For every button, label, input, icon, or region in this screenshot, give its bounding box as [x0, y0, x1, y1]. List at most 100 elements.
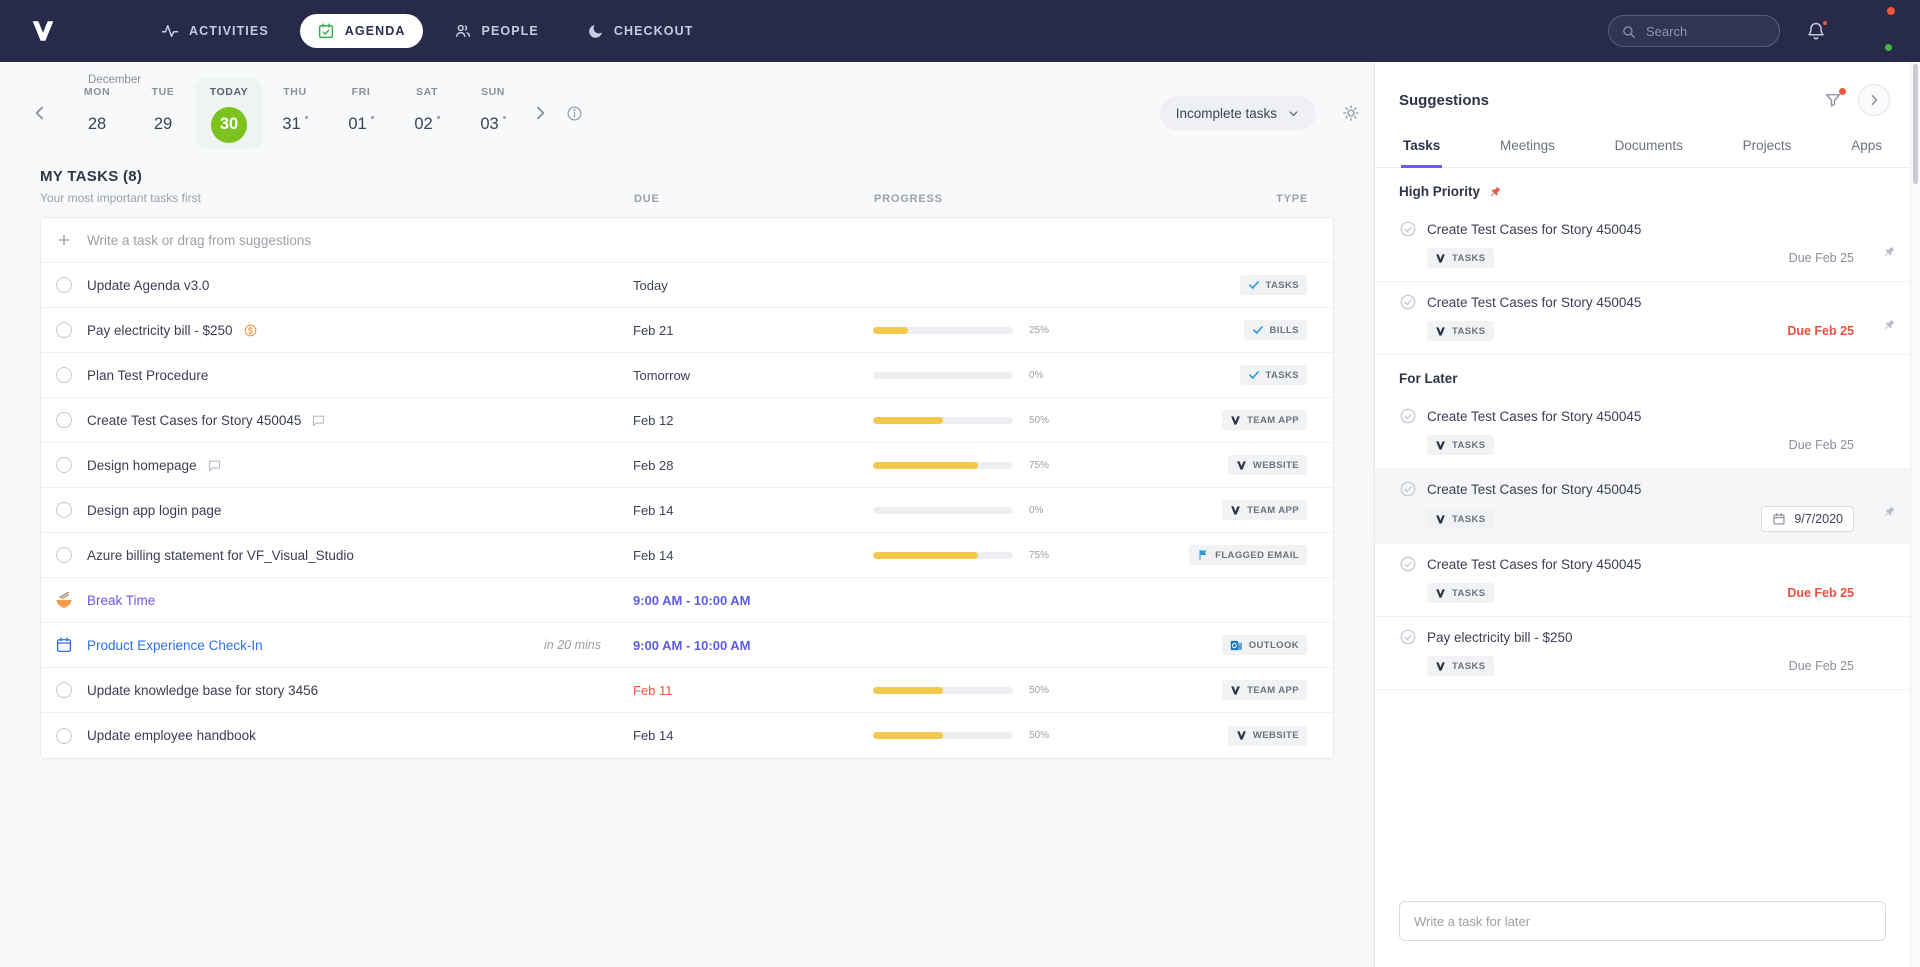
pin-icon	[1882, 245, 1896, 259]
task-title: Plan Test Procedure	[87, 367, 209, 383]
progress-percent: 25%	[1029, 324, 1050, 336]
task-row[interactable]: Break Time 9:00 AM - 10:00 AM	[41, 578, 1333, 623]
section-heading: High Priority	[1375, 168, 1910, 209]
suggestion-title: Create Test Cases for Story 450045	[1427, 294, 1642, 310]
nav-item-people[interactable]: PEOPLE	[437, 14, 556, 48]
task-progress: 0%	[873, 370, 1125, 381]
task-checkbox[interactable]	[56, 457, 72, 473]
nav-item-agenda[interactable]: AGENDA	[299, 14, 423, 48]
date-cell-02[interactable]: SAT 02	[394, 78, 460, 149]
notifications-button[interactable]	[1806, 19, 1829, 41]
due-label: Due Feb 25	[1787, 324, 1854, 338]
task-row[interactable]: Update employee handbook Feb 14 50% WEBSITE	[41, 713, 1333, 758]
task-row[interactable]: Azure billing statement for VF_Visual_St…	[41, 533, 1333, 578]
task-row[interactable]: Design homepage Feb 28 75% WEBSITE	[41, 443, 1333, 488]
task-row[interactable]: Plan Test Procedure Tomorrow 0% TASKS	[41, 353, 1333, 398]
tab-projects[interactable]: Projects	[1741, 130, 1794, 168]
prev-week-button[interactable]	[26, 99, 54, 127]
task-row[interactable]: Update knowledge base for story 3456 Feb …	[41, 668, 1333, 713]
date-cell-29[interactable]: TUE 29	[130, 78, 196, 149]
task-filter-dropdown[interactable]: Incomplete tasks	[1159, 96, 1316, 130]
task-checkbox[interactable]	[56, 502, 72, 518]
progress-percent: 75%	[1029, 549, 1050, 561]
suggestion-item[interactable]: Pay electricity bill - $250 TASKS Due Feb …	[1375, 617, 1910, 690]
type-badge: TEAM APP	[1222, 410, 1307, 430]
suggestion-item[interactable]: Create Test Cases for Story 450045 TASKS D…	[1375, 544, 1910, 617]
logo-mark-icon	[1236, 730, 1247, 741]
task-row[interactable]: Create Test Cases for Story 450045 Feb 12…	[41, 398, 1333, 443]
task-checkbox[interactable]	[56, 412, 72, 428]
type-badge: OUTLOOK	[1221, 635, 1307, 655]
suggestion-item[interactable]: Create Test Cases for Story 450045 TASKS D…	[1375, 282, 1910, 355]
circle-check-icon	[1399, 555, 1417, 573]
logo-mark-icon	[1435, 514, 1446, 525]
primary-nav: ACTIVITIES AGENDA PEOPLE CHECKOUT	[144, 14, 711, 48]
daily-briefing-sun-icon[interactable]	[1342, 104, 1360, 122]
collapse-sidebar-button[interactable]	[1858, 84, 1890, 116]
tab-meetings[interactable]: Meetings	[1498, 130, 1557, 168]
suggestion-item[interactable]: Create Test Cases for Story 450045 TASKS D…	[1375, 396, 1910, 469]
next-week-button[interactable]	[526, 99, 554, 127]
task-due: 9:00 AM - 10:00 AM	[633, 592, 751, 608]
task-checkbox[interactable]	[56, 367, 72, 383]
search-box[interactable]	[1608, 15, 1780, 47]
tab-tasks[interactable]: Tasks	[1401, 130, 1443, 168]
comment-icon	[207, 458, 222, 473]
suggestion-item[interactable]: Create Test Cases for Story 450045 TASKS D…	[1375, 209, 1910, 282]
scrollbar-thumb[interactable]	[1913, 64, 1918, 184]
nav-item-checkout[interactable]: CHECKOUT	[570, 15, 711, 48]
date-cell-28[interactable]: MON 28	[64, 78, 130, 149]
task-title: Update Agenda v3.0	[87, 277, 210, 293]
task-row[interactable]: Update Agenda v3.0 Today TASKS	[41, 263, 1333, 308]
task-checkbox[interactable]	[56, 727, 72, 744]
task-checkbox[interactable]	[56, 322, 72, 338]
progress-percent: 0%	[1029, 504, 1044, 516]
date-cell-30[interactable]: TODAY 30	[196, 77, 262, 149]
app-logo-icon	[28, 18, 58, 44]
task-type: FLAGGED EMAIL	[1125, 545, 1333, 565]
user-avatar[interactable]	[1852, 7, 1895, 53]
info-icon[interactable]	[566, 105, 583, 122]
type-badge: WEBSITE	[1227, 455, 1307, 475]
pin-icon	[1882, 505, 1896, 519]
task-type: OUTLOOK	[1125, 635, 1333, 655]
nav-item-activities[interactable]: ACTIVITIES	[144, 14, 286, 48]
date-navigation: December MON 28 TUE 29 TODAY 30 THU 31 FRI 01 SAT 0…	[0, 62, 1374, 158]
progress-bar	[873, 686, 1013, 694]
logo-mark-icon	[1230, 505, 1241, 516]
write-task-for-later-input[interactable]	[1399, 901, 1886, 941]
search-input[interactable]	[1644, 22, 1767, 40]
search-icon	[1621, 24, 1636, 39]
notification-dot	[1821, 19, 1829, 27]
progress-percent: 50%	[1029, 414, 1050, 426]
task-row[interactable]: Design app login page Feb 14 0% TEAM APP	[41, 488, 1333, 533]
circle-check-icon	[1399, 293, 1417, 311]
suggestion-title: Create Test Cases for Story 450045	[1427, 221, 1642, 237]
nav-item-label: AGENDA	[344, 24, 406, 38]
task-checkbox[interactable]	[56, 277, 72, 293]
checkout-moon-icon	[587, 23, 604, 40]
progress-bar	[873, 371, 1013, 379]
task-checkbox[interactable]	[56, 682, 72, 698]
due-label: Due Feb 25	[1788, 251, 1854, 265]
date-cell-03[interactable]: SUN 03	[460, 78, 526, 149]
task-row[interactable]: Pay electricity bill - $250 Feb 21 25% BILL…	[41, 308, 1333, 353]
topbar-right	[1608, 7, 1895, 53]
add-task-row[interactable]: Write a task or drag from suggestions	[41, 218, 1333, 263]
due-date-picker[interactable]: 9/7/2020	[1761, 506, 1854, 532]
suggestions-tabs: Tasks Meetings Documents Projects Apps	[1375, 130, 1910, 168]
date-cell-01[interactable]: FRI 01	[328, 78, 394, 149]
suggestions-list: High Priority Create Test Cases for Story…	[1375, 168, 1910, 883]
tab-documents[interactable]: Documents	[1613, 130, 1685, 168]
filter-button[interactable]	[1824, 88, 1846, 109]
logo-mark-icon	[1435, 440, 1446, 451]
type-badge: TASKS	[1427, 656, 1494, 676]
suggestion-item[interactable]: Create Test Cases for Story 450045 TASKS 9…	[1375, 469, 1910, 544]
suggestion-section: High Priority Create Test Cases for Story…	[1375, 168, 1910, 355]
tab-apps[interactable]: Apps	[1849, 130, 1884, 168]
task-checkbox[interactable]	[56, 547, 72, 563]
date-cell-31[interactable]: THU 31	[262, 78, 328, 149]
task-row[interactable]: Product Experience Check-In in 20 mins 9:0…	[41, 623, 1333, 668]
type-badge: TASKS	[1427, 248, 1494, 268]
scrollbar[interactable]	[1910, 62, 1920, 967]
